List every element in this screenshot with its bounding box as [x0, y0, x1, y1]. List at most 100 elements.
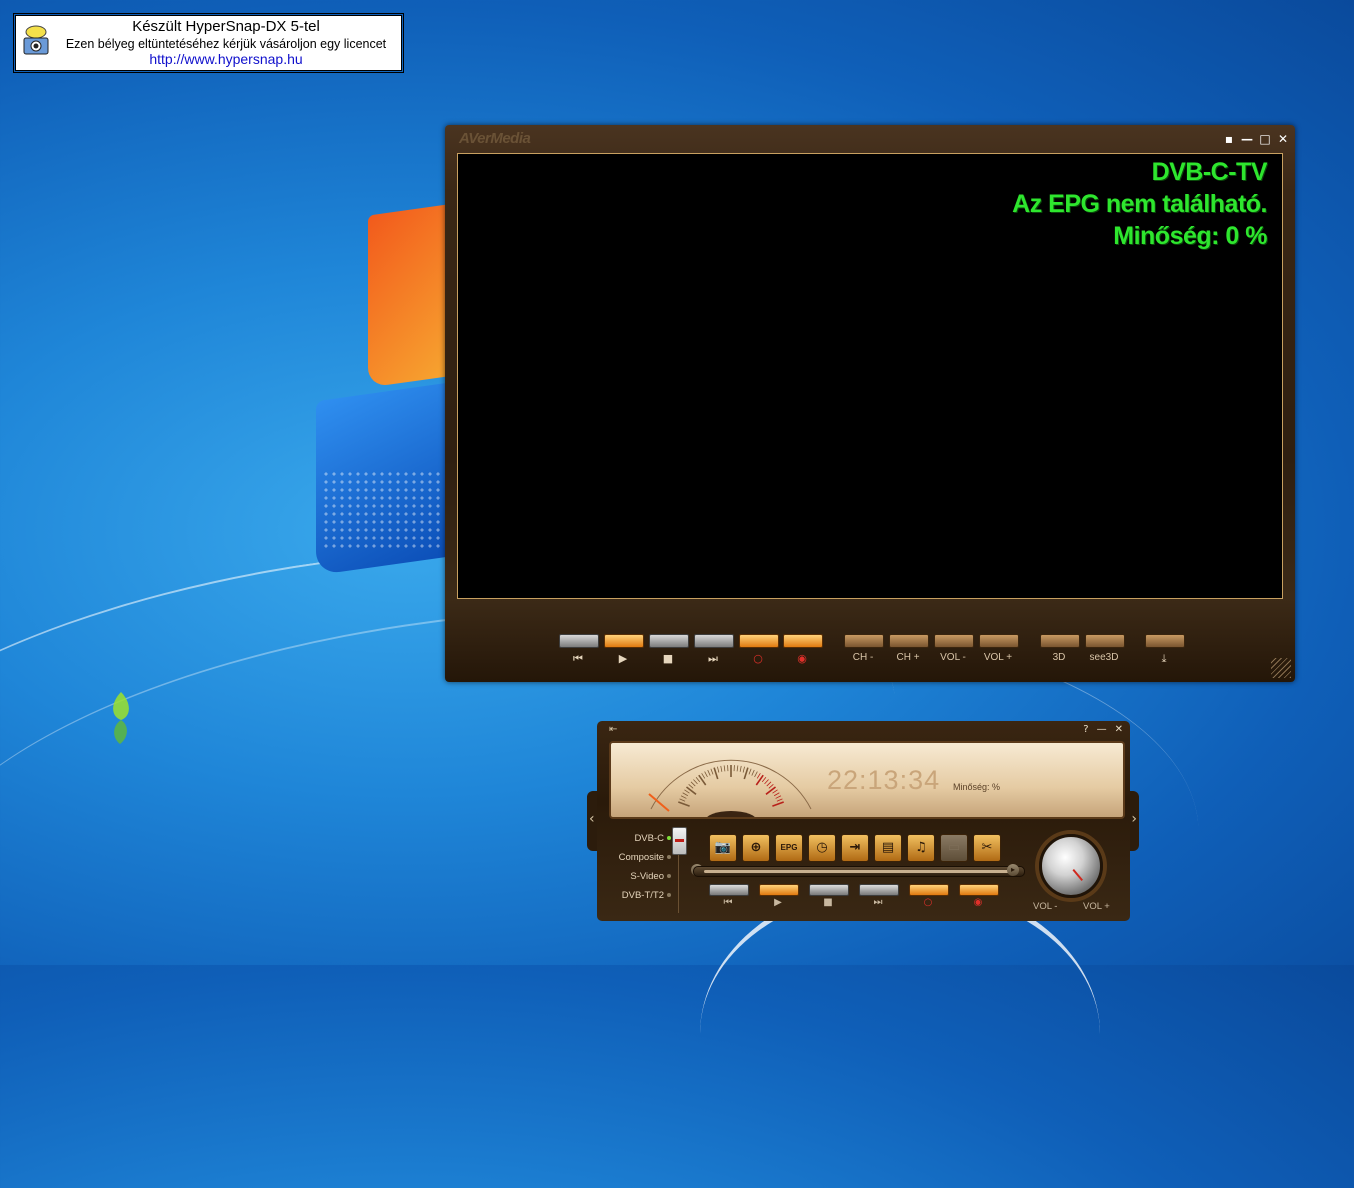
meter-tick	[776, 796, 781, 799]
teletext-button[interactable]: ▤	[874, 834, 902, 862]
snapshot-button[interactable]: 📷	[709, 834, 737, 862]
stop-icon: ■	[644, 652, 692, 665]
close-button[interactable]: ✕	[1277, 133, 1289, 145]
prev-icon: ⏮	[554, 652, 602, 666]
panel-separator	[678, 855, 679, 913]
disabled-button: ▭	[940, 834, 968, 862]
windows-logo-dots	[322, 470, 442, 550]
mini-timeshift-button[interactable]	[959, 884, 999, 896]
source-label: S-Video	[630, 871, 664, 882]
vol-minus-label[interactable]: VOL -	[1033, 901, 1057, 912]
mini-play-button[interactable]	[759, 884, 799, 896]
watermark-title: Készült HyperSnap-DX 5-tel	[56, 18, 396, 35]
hypersnap-watermark: Készült HyperSnap-DX 5-tel Ezen bélyeg e…	[15, 15, 402, 71]
3d-button[interactable]	[1040, 634, 1080, 648]
source-item[interactable]: S-Video	[630, 871, 671, 882]
vol-plus-button[interactable]	[979, 634, 1019, 648]
meter-tick	[749, 769, 751, 775]
mini-prev-icon: ⏮	[708, 897, 748, 908]
volume-knob[interactable]	[1039, 834, 1103, 898]
input-source-list: DVB-C Composite S-Video DVB-T/T2	[601, 833, 671, 913]
mini-stop-button[interactable]	[809, 884, 849, 896]
prev-button[interactable]	[559, 634, 599, 648]
meter-tick	[765, 779, 769, 783]
ch-plus-label: CH +	[884, 652, 932, 663]
source-item[interactable]: DVB-T/T2	[622, 890, 671, 901]
meter-tick	[740, 766, 741, 772]
source-indicator-icon	[667, 836, 671, 840]
meter-tick	[744, 768, 748, 779]
meter-tick	[708, 770, 710, 775]
source-indicator-icon	[667, 855, 671, 859]
signal-meter-icon	[631, 749, 831, 819]
settings-button[interactable]: ✂	[973, 834, 1001, 862]
music-button[interactable]: ♫	[907, 834, 935, 862]
source-item[interactable]: DVB-C	[634, 833, 671, 844]
mini-record-button[interactable]	[909, 884, 949, 896]
ch-plus-button[interactable]	[889, 634, 929, 648]
panel-close-button[interactable]: ✕	[1115, 724, 1123, 735]
export-button[interactable]: ⇥	[841, 834, 869, 862]
ch-minus-label: CH -	[839, 652, 887, 663]
brand-logo: AVerMedia	[459, 130, 530, 147]
source-label: DVB-C	[634, 833, 664, 844]
see3d-button[interactable]	[1085, 634, 1125, 648]
seek-right-icon[interactable]: ▸	[1007, 864, 1019, 876]
seek-track	[704, 870, 1014, 873]
vol-minus-button[interactable]	[934, 634, 974, 648]
vol-plus-label[interactable]: VOL +	[1083, 901, 1110, 912]
meter-tick	[774, 793, 779, 796]
resize-grip[interactable]	[1271, 658, 1291, 678]
panel-minimize-button[interactable]: —	[1097, 724, 1107, 735]
meter-tick	[757, 773, 760, 778]
meter-tick	[689, 784, 694, 788]
vol-plus-label: VOL +	[974, 652, 1022, 663]
meter-tick	[756, 775, 763, 785]
3d-label: 3D	[1035, 652, 1083, 663]
meter-tick	[705, 772, 708, 777]
meter-tick	[681, 796, 686, 799]
watermark-link[interactable]: http://www.hypersnap.hu	[56, 51, 396, 67]
mini-stop-icon: ■	[808, 897, 848, 908]
download-button[interactable]	[1145, 634, 1185, 648]
meter-tick	[691, 782, 695, 786]
schedule-button[interactable]: ◷	[808, 834, 836, 862]
volume-indicator	[1072, 869, 1083, 881]
record-button[interactable]	[739, 634, 779, 648]
expand-right-icon[interactable]: ›	[1131, 811, 1137, 827]
epg-button[interactable]: EPG	[775, 834, 803, 862]
compact-mode-button[interactable]: ▪	[1223, 133, 1235, 145]
stop-button[interactable]	[649, 634, 689, 648]
seek-slider[interactable]	[693, 866, 1025, 877]
timeshift-button[interactable]	[783, 634, 823, 648]
maximize-button[interactable]: □	[1259, 133, 1271, 145]
minimize-button[interactable]: —	[1241, 133, 1253, 145]
osd-epg: Az EPG nem található.	[1012, 190, 1267, 219]
meter-tick	[684, 790, 689, 793]
meter-tick	[699, 775, 706, 785]
help-button[interactable]: ?	[1083, 724, 1088, 735]
ch-minus-button[interactable]	[844, 634, 884, 648]
mini-next-button[interactable]	[859, 884, 899, 896]
web-button[interactable]: ⊕	[742, 834, 770, 862]
play-icon: ▶	[599, 652, 647, 665]
meter-tick	[769, 784, 774, 788]
camera-icon	[22, 24, 50, 58]
source-item[interactable]: Composite	[619, 852, 671, 863]
bird-icon	[106, 690, 136, 746]
next-button[interactable]	[694, 634, 734, 648]
meter-tick	[767, 782, 771, 786]
meter-tick	[702, 773, 705, 778]
vol-minus-label: VOL -	[929, 652, 977, 663]
mini-prev-button[interactable]	[709, 884, 749, 896]
osd-channel: DVB-C-TV	[1152, 158, 1267, 187]
video-display[interactable]: DVB-C-TV Az EPG nem található. Minőség: …	[457, 153, 1283, 599]
avermedia-player-window: AVerMedia ▪ — □ ✕ DVB-C-TV Az EPG nem ta…	[445, 125, 1295, 682]
collapse-left-icon[interactable]: ‹	[589, 811, 595, 827]
source-switch[interactable]	[672, 827, 687, 855]
pin-icon[interactable]: ⇤	[609, 724, 617, 735]
timeshift-icon: ◉	[778, 652, 826, 665]
source-indicator-icon	[667, 893, 671, 897]
play-button[interactable]	[604, 634, 644, 648]
meter-tick	[724, 765, 725, 771]
